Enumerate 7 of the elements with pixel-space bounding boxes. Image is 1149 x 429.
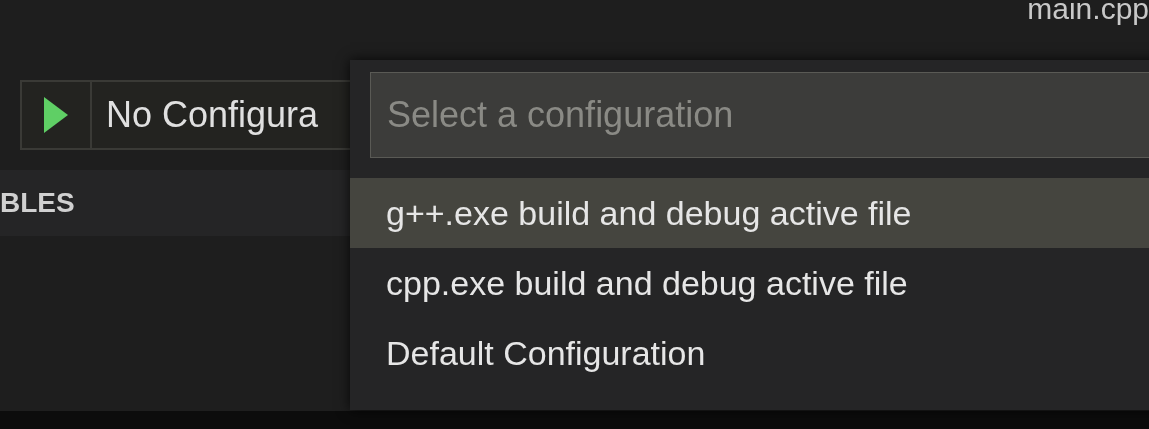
- window-title: main.cpp: [1027, 0, 1149, 24]
- section-title: BLES: [0, 186, 75, 220]
- configuration-search-field[interactable]: Select a configuration: [370, 72, 1149, 158]
- configuration-option[interactable]: cpp.exe build and debug active file: [350, 248, 1149, 318]
- play-icon: [42, 95, 70, 135]
- configuration-option[interactable]: Default Configuration: [350, 318, 1149, 388]
- configuration-option[interactable]: g++.exe build and debug active file: [350, 178, 1149, 248]
